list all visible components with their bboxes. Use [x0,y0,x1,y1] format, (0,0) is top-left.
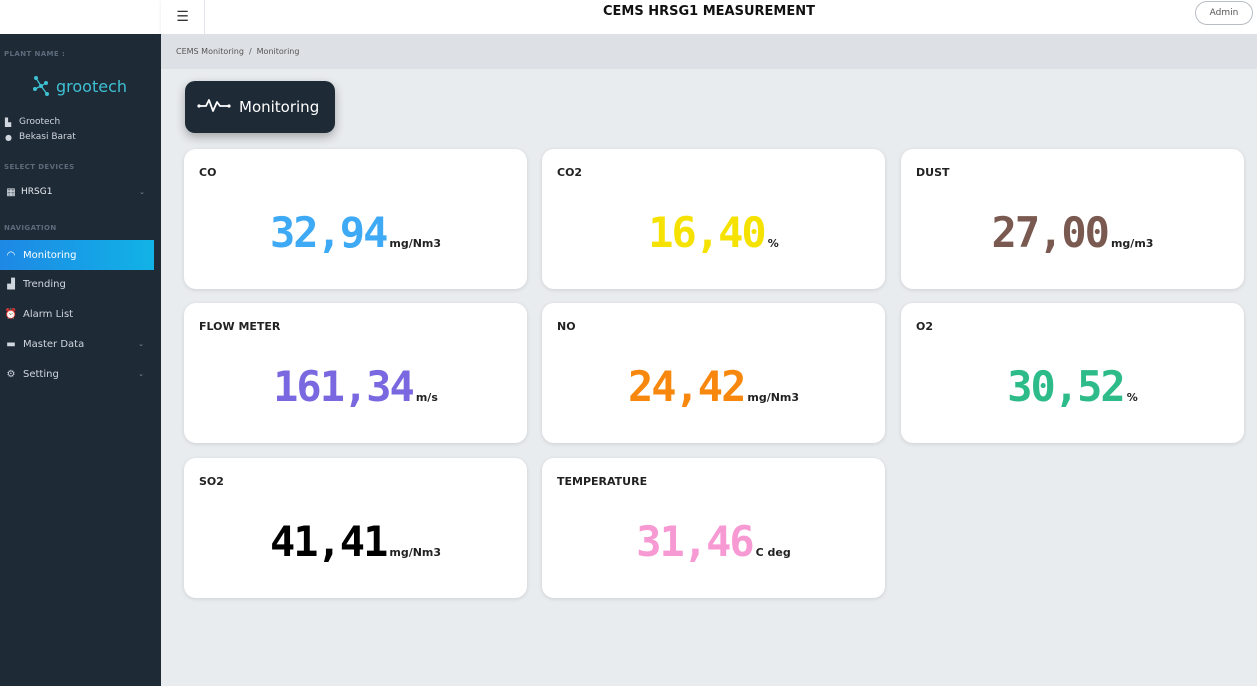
sidebar-item-alarm-list[interactable]: ⏰ Alarm List [0,299,154,329]
card-value: 32,94 [269,208,388,257]
folder-icon: ▬ [6,338,16,350]
measurement-card-co: CO 32,94 mg/Nm3 [184,149,527,289]
location-pin-icon: ● [5,132,12,142]
sidebar-item-monitoring[interactable]: ◠ Monitoring [0,240,154,270]
heartbeat-icon [197,97,231,117]
card-value: 27,00 [991,208,1110,257]
card-unit: mg/Nm3 [389,546,442,559]
bar-chart-icon: ▟ [7,278,15,290]
brand-logo: grootech [30,74,127,98]
card-unit: % [1126,391,1138,404]
plant-name-text: Grootech [19,117,61,127]
card-unit: mg/Nm3 [389,237,442,250]
sidebar-item-setting[interactable]: ⚙ Setting ⌄ [0,359,154,389]
card-value: 41,41 [269,517,388,566]
measurement-card-so2: SO2 41,41 mg/Nm3 [184,458,527,598]
navigation-label: NAVIGATION [4,224,57,232]
card-value: 16,40 [648,208,766,257]
chevron-down-icon: ⌄ [138,370,144,378]
brand-name: grootech [56,76,128,96]
card-unit: % [767,237,779,250]
card-title: SO2 [199,475,224,488]
plant-location: ● Bekasi Barat [5,132,76,142]
network-logo-icon [30,74,52,98]
measurement-card-co2: CO2 16,40 % [542,149,885,289]
sidebar: PLANT NAME : grootech ▙ Grootech ● Bekas… [0,0,161,686]
menu-toggle-button[interactable]: ☰ [161,0,205,34]
card-unit: m/s [415,391,438,404]
gauge-icon: ◠ [6,249,16,261]
sidebar-item-label: Alarm List [23,308,74,320]
chevron-down-icon: ⌄ [138,340,144,348]
breadcrumb-separator: / [248,47,252,56]
topbar: CEMS HRSG1 MEASUREMENT ☰ Admin [161,0,1257,34]
sidebar-item-trending[interactable]: ▟ Trending [0,269,154,299]
device-select[interactable]: ▦ HRSG1 ⌄ [5,184,155,200]
card-title: O2 [916,320,934,333]
measurement-card-flow-meter: FLOW METER 161,34 m/s [184,303,527,443]
measurement-card-no: NO 24,42 mg/Nm3 [542,303,885,443]
card-value: 31,46 [636,517,754,566]
plant-location-text: Bekasi Barat [19,132,76,142]
section-title: Monitoring [239,98,320,116]
card-title: NO [557,320,576,333]
factory-icon: ▙ [5,117,12,127]
card-value: 30,52 [1007,362,1125,411]
sidebar-item-label: Trending [23,278,66,290]
card-title: DUST [916,166,950,179]
plant-name: ▙ Grootech [5,117,60,127]
chevron-down-icon: ⌄ [139,188,145,196]
device-select-value: HRSG1 [21,187,53,197]
card-unit: C deg [755,546,791,559]
breadcrumb: CEMS Monitoring / Monitoring [161,34,1257,69]
sidebar-item-master-data[interactable]: ▬ Master Data ⌄ [0,329,154,359]
card-unit: mg/m3 [1110,237,1154,250]
alarm-clock-icon: ⏰ [4,308,18,320]
admin-button[interactable]: Admin [1195,1,1253,25]
monitoring-section-header: Monitoring [185,81,335,133]
plant-name-label: PLANT NAME : [4,50,66,58]
card-title: CO [199,166,217,179]
sidebar-item-label: Master Data [23,338,85,350]
hamburger-icon: ☰ [176,9,189,25]
sidebar-logo-area [0,0,161,34]
card-value: 24,42 [627,362,746,411]
measurement-card-temperature: TEMPERATURE 31,46 C deg [542,458,885,598]
card-title: FLOW METER [199,320,281,333]
card-value: 161,34 [273,362,415,411]
card-title: TEMPERATURE [557,475,648,488]
chip-icon: ▦ [6,186,16,198]
card-title: CO2 [557,166,583,179]
gear-icon: ⚙ [6,368,16,380]
sidebar-item-label: Setting [23,368,59,380]
select-devices-label: SELECT DEVICES [4,163,75,171]
measurement-card-o2: O2 30,52 % [901,303,1244,443]
breadcrumb-root-link[interactable]: CEMS Monitoring [176,47,244,56]
page-title: CEMS HRSG1 MEASUREMENT [603,4,815,19]
measurement-card-dust: DUST 27,00 mg/m3 [901,149,1244,289]
sidebar-item-label: Monitoring [23,249,77,261]
card-unit: mg/Nm3 [747,391,800,404]
breadcrumb-current: Monitoring [256,47,300,56]
